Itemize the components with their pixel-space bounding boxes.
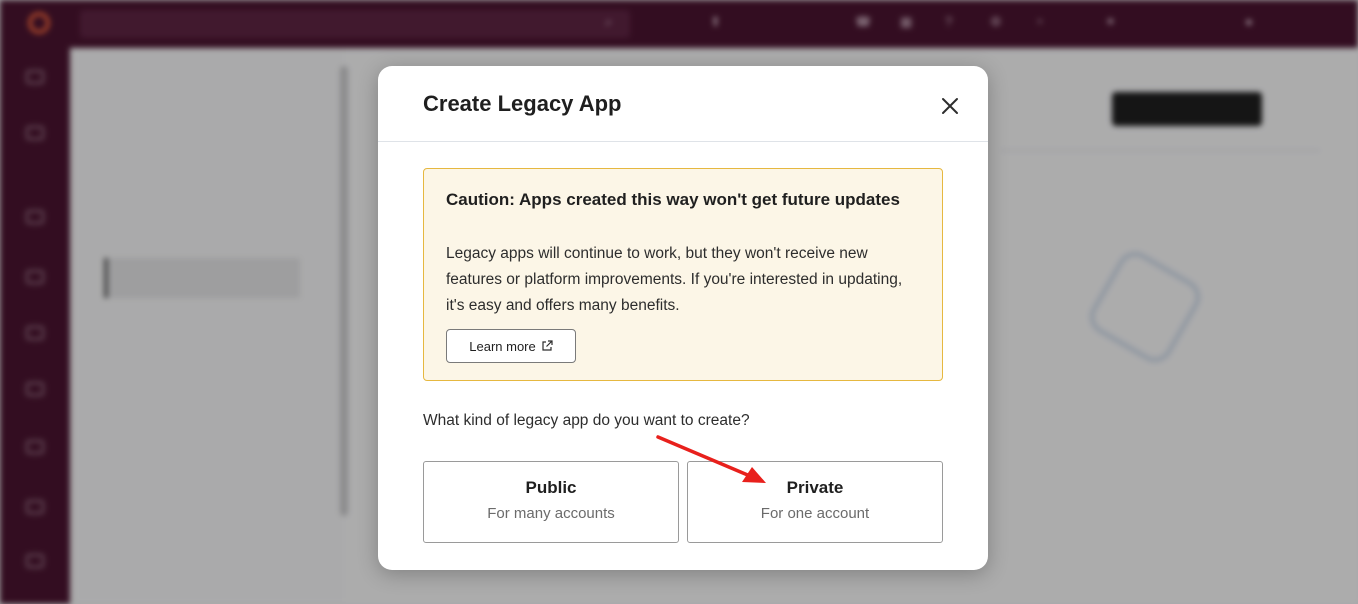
dialog-title: Create Legacy App xyxy=(423,91,622,116)
option-title: Public xyxy=(525,478,577,497)
public-app-option[interactable]: Public For many accounts xyxy=(423,461,679,543)
caution-alert: Caution: Apps created this way won't get… xyxy=(423,168,943,381)
app-type-question: What kind of legacy app do you want to c… xyxy=(423,412,750,429)
caution-body: Legacy apps will continue to work, but t… xyxy=(446,245,903,314)
caution-title: Caution: Apps created this way won't get… xyxy=(446,190,900,209)
external-link-icon xyxy=(542,340,553,351)
close-button[interactable] xyxy=(938,94,962,118)
learn-more-label: Learn more xyxy=(469,338,536,354)
learn-more-button[interactable]: Learn more xyxy=(446,329,576,363)
close-icon xyxy=(942,98,958,114)
option-title: Private xyxy=(786,478,844,497)
dialog-header: Create Legacy App xyxy=(378,66,988,142)
private-app-option[interactable]: Private For one account xyxy=(687,461,943,543)
option-subtitle: For many accounts xyxy=(487,505,615,522)
option-subtitle: For one account xyxy=(760,505,870,522)
create-legacy-app-dialog: Create Legacy App Caution: Apps created … xyxy=(378,66,988,570)
